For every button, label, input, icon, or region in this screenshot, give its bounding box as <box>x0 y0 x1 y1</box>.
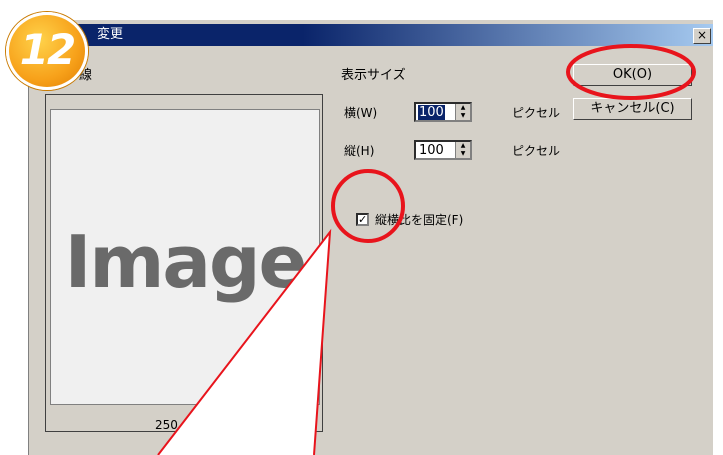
step-number-badge: 12 <box>6 12 88 90</box>
annotation-overlay <box>157 44 696 455</box>
ok-highlight-circle <box>566 44 696 100</box>
checkbox-highlight-circle <box>331 169 405 243</box>
callout-pointer <box>157 228 332 455</box>
